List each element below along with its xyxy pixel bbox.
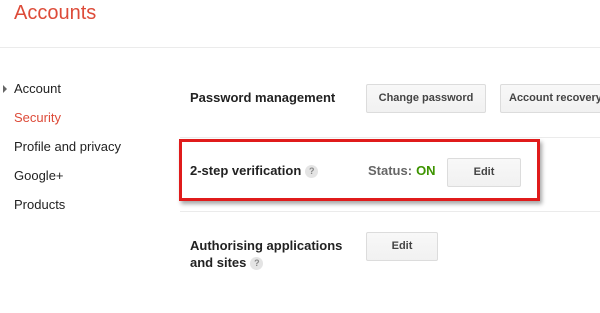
authorising-applications-line2-text: and sites <box>190 255 247 270</box>
sidebar-item-label: Products <box>14 197 66 212</box>
authorising-applications-line1: Authorising applications <box>190 238 343 253</box>
two-step-edit-button[interactable]: Edit <box>447 158 521 187</box>
sidebar-item-products[interactable]: Products <box>0 196 170 225</box>
status-label: Status: <box>368 163 413 178</box>
two-step-verification-label: 2-step verification? <box>190 163 319 178</box>
sidebar-item-google-plus[interactable]: Google+ <box>0 167 170 196</box>
help-icon[interactable]: ? <box>250 257 264 270</box>
page-title: Accounts <box>14 2 97 24</box>
sidebar-item-security[interactable]: Security <box>0 109 170 138</box>
sidebar-item-label: Google+ <box>14 168 64 183</box>
authorising-applications-line2: and sites? <box>190 254 342 271</box>
accounts-page: Accounts Account Security Profile and pr… <box>0 0 600 313</box>
help-icon[interactable]: ? <box>305 165 319 178</box>
two-step-verification-text: 2-step verification <box>190 163 302 178</box>
status-badge: ON <box>416 163 436 178</box>
account-recovery-button[interactable]: Account recovery options <box>500 84 600 113</box>
expand-arrow-icon[interactable] <box>3 85 7 93</box>
password-management-label: Password management <box>190 90 336 105</box>
authorising-apps-edit-button[interactable]: Edit <box>366 232 438 261</box>
two-step-status: Status: ON <box>368 163 436 178</box>
change-password-button[interactable]: Change password <box>366 84 486 113</box>
sidebar-item-profile-and-privacy[interactable]: Profile and privacy <box>0 138 170 167</box>
sidebar-item-account[interactable]: Account <box>0 80 170 109</box>
authorising-applications-label: Authorising applications and sites? <box>190 237 342 271</box>
row-divider <box>180 211 600 212</box>
row-divider <box>180 137 600 138</box>
sidebar-item-label: Profile and privacy <box>14 139 121 154</box>
header-divider <box>0 47 600 48</box>
sidebar-nav: Account Security Profile and privacy Goo… <box>0 80 170 225</box>
sidebar-item-label: Account <box>14 81 61 96</box>
sidebar-item-label: Security <box>14 110 61 125</box>
